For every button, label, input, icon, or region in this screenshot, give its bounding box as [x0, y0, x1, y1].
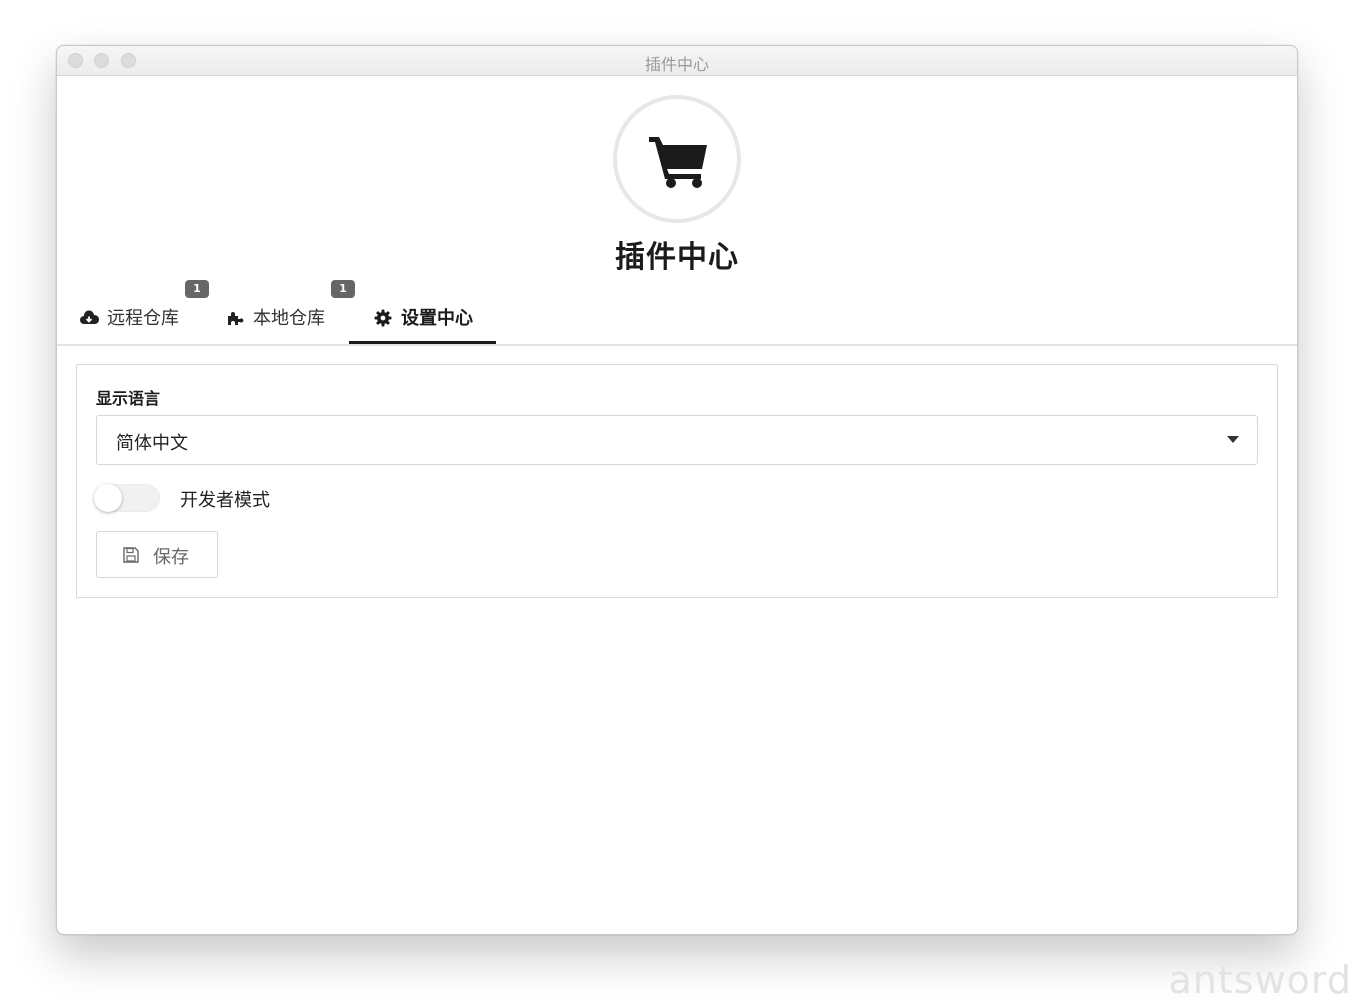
shopping-cart-icon	[649, 137, 707, 188]
puzzle-piece-icon	[228, 312, 244, 325]
toggle-knob	[94, 484, 122, 512]
page-title: 插件中心	[615, 240, 739, 275]
plugin-center-window: 插件中心 插件中心 1 1 远程仓库 本地仓库 设置中心 显示语言 简体中文 开…	[56, 45, 1298, 935]
display-language-select[interactable]: 简体中文	[96, 415, 1258, 465]
display-language-label: 显示语言	[96, 389, 161, 408]
developer-mode-label: 开发者模式	[180, 490, 270, 511]
tab-remote-label: 远程仓库	[107, 308, 179, 329]
settings-panel: 显示语言 简体中文 开发者模式 保存	[76, 364, 1278, 598]
active-tab-indicator	[349, 341, 496, 344]
tab-remote-repository[interactable]: 远程仓库	[79, 304, 189, 344]
cloud-download-icon	[80, 310, 99, 324]
caret-down-icon	[1227, 436, 1239, 443]
tab-local-repository[interactable]: 本地仓库	[225, 304, 335, 344]
logo	[613, 95, 741, 223]
tab-settings-label: 设置中心	[401, 308, 473, 329]
watermark: antsword	[1168, 958, 1352, 1002]
developer-mode-toggle[interactable]	[94, 484, 160, 512]
floppy-disk-icon	[123, 547, 139, 563]
title-bar[interactable]: 插件中心	[57, 46, 1297, 76]
tab-settings[interactable]: 设置中心	[373, 304, 483, 344]
tab-bar: 远程仓库 本地仓库 设置中心	[57, 286, 1297, 346]
save-button[interactable]: 保存	[96, 531, 218, 578]
tab-local-label: 本地仓库	[253, 308, 325, 329]
display-language-value: 简体中文	[116, 433, 188, 454]
gear-icon	[374, 309, 392, 327]
window-title: 插件中心	[644, 55, 709, 74]
save-button-label: 保存	[153, 547, 189, 568]
